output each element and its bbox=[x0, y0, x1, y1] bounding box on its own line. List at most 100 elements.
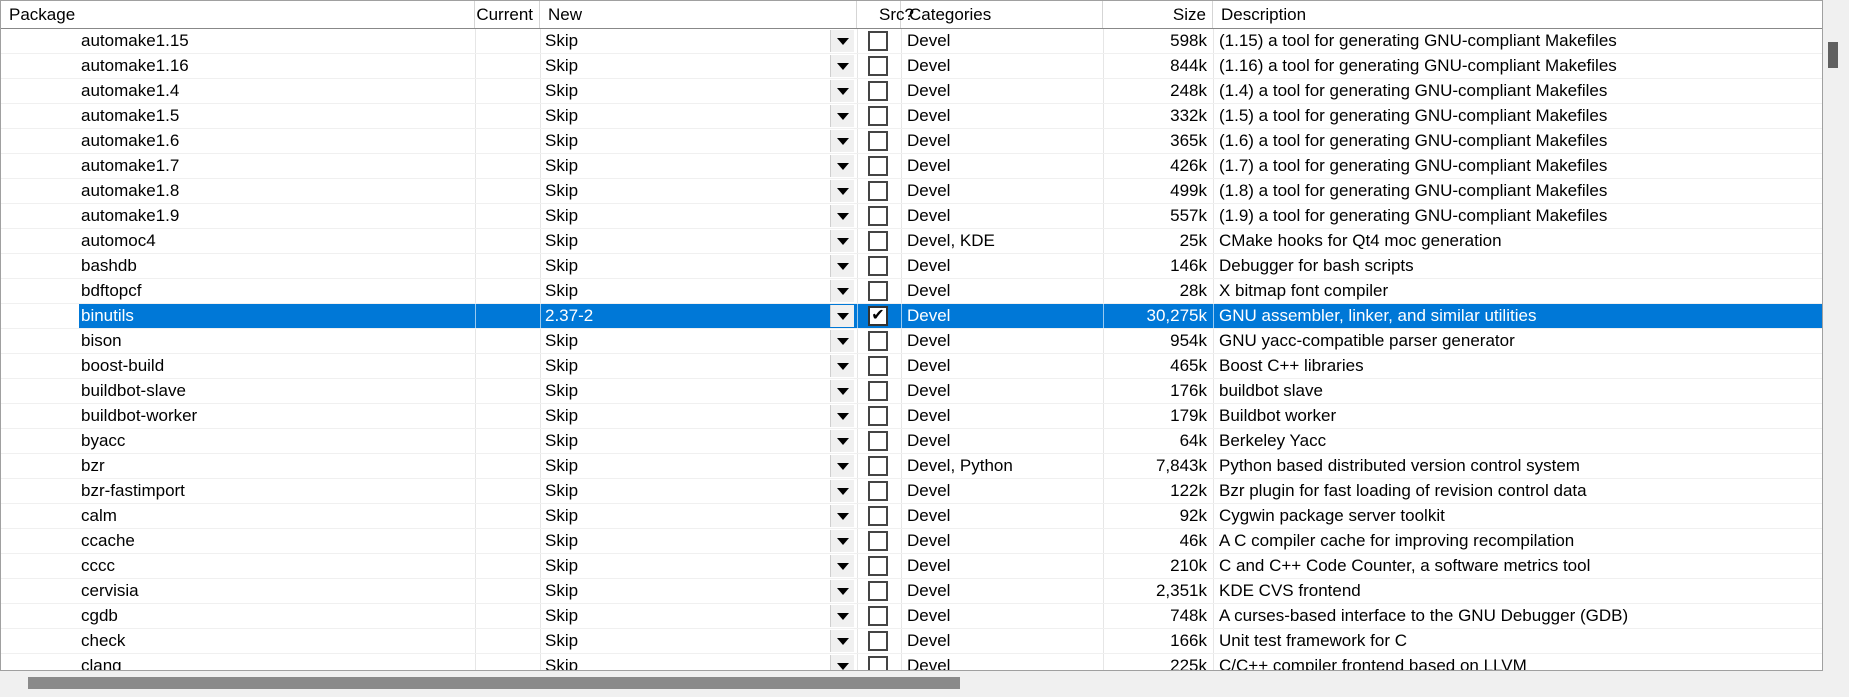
column-header-size[interactable]: Size bbox=[1103, 1, 1213, 28]
new-action-dropdown-button[interactable] bbox=[830, 405, 854, 427]
new-action-select[interactable]: Skip bbox=[545, 129, 825, 153]
new-action-dropdown-button[interactable] bbox=[830, 280, 854, 302]
src-checkbox[interactable] bbox=[868, 256, 888, 276]
src-checkbox[interactable] bbox=[868, 356, 888, 376]
new-action-dropdown-button[interactable] bbox=[830, 380, 854, 402]
new-action-select[interactable]: Skip bbox=[545, 54, 825, 78]
new-action-select[interactable]: Skip bbox=[545, 379, 825, 403]
src-checkbox[interactable]: ✔ bbox=[868, 306, 888, 326]
new-action-dropdown-button[interactable] bbox=[830, 430, 854, 452]
package-row[interactable]: automoc4 Skip Devel, KDE 25k CMake hooks for… bbox=[1, 229, 1822, 254]
new-action-select[interactable]: Skip bbox=[545, 554, 825, 578]
package-row[interactable]: buildbot-worker Skip Devel 179k Buildbot wor… bbox=[1, 404, 1822, 429]
new-action-dropdown-button[interactable] bbox=[830, 130, 854, 152]
new-action-select[interactable]: Skip bbox=[545, 529, 825, 553]
src-checkbox[interactable] bbox=[868, 656, 888, 670]
new-action-select[interactable]: Skip bbox=[545, 154, 825, 178]
new-action-dropdown-button[interactable] bbox=[830, 255, 854, 277]
new-action-select[interactable]: Skip bbox=[545, 29, 825, 53]
package-row[interactable]: cccc Skip Devel 210k C and C++ Code Counter,… bbox=[1, 554, 1822, 579]
package-row[interactable]: ccache Skip Devel 46k A C compiler cache for… bbox=[1, 529, 1822, 554]
new-action-dropdown-button[interactable] bbox=[830, 80, 854, 102]
new-action-dropdown-button[interactable] bbox=[830, 630, 854, 652]
new-action-dropdown-button[interactable] bbox=[830, 30, 854, 52]
src-checkbox[interactable] bbox=[868, 331, 888, 351]
new-action-select[interactable]: Skip bbox=[545, 229, 825, 253]
src-checkbox[interactable] bbox=[868, 206, 888, 226]
package-row[interactable]: automake1.4 Skip Devel 248k (1.4) a tool for… bbox=[1, 79, 1822, 104]
src-checkbox[interactable] bbox=[868, 156, 888, 176]
column-header-src[interactable]: Src? bbox=[857, 1, 914, 28]
src-checkbox[interactable] bbox=[868, 231, 888, 251]
new-action-select[interactable]: Skip bbox=[545, 79, 825, 103]
package-row[interactable]: bzr-fastimport Skip Devel 122k Bzr plugin fo… bbox=[1, 479, 1822, 504]
package-row[interactable]: cgdb Skip Devel 748k A curses-based interfac… bbox=[1, 604, 1822, 629]
new-action-dropdown-button[interactable] bbox=[830, 505, 854, 527]
new-action-select[interactable]: Skip bbox=[545, 479, 825, 503]
column-header-new[interactable]: New bbox=[540, 1, 857, 28]
src-checkbox[interactable] bbox=[868, 131, 888, 151]
package-row[interactable]: boost-build Skip Devel 465k Boost C++ librar… bbox=[1, 354, 1822, 379]
vertical-scrollbar[interactable] bbox=[1823, 0, 1849, 671]
src-checkbox[interactable] bbox=[868, 581, 888, 601]
column-header-current[interactable]: Current bbox=[475, 1, 540, 28]
new-action-select[interactable]: Skip bbox=[545, 404, 825, 428]
package-row[interactable]: binutils 2.37-2 ✔ Devel 30,275k GNU assembler… bbox=[1, 304, 1822, 329]
new-action-select[interactable]: Skip bbox=[545, 454, 825, 478]
package-row[interactable]: bzr Skip Devel, Python 7,843k Python based d… bbox=[1, 454, 1822, 479]
new-action-select[interactable]: Skip bbox=[545, 179, 825, 203]
package-row[interactable]: calm Skip Devel 92k Cygwin package server to… bbox=[1, 504, 1822, 529]
package-row[interactable]: automake1.9 Skip Devel 557k (1.9) a tool for… bbox=[1, 204, 1822, 229]
src-checkbox[interactable] bbox=[868, 506, 888, 526]
src-checkbox[interactable] bbox=[868, 456, 888, 476]
column-header-package[interactable]: Package bbox=[1, 1, 475, 28]
package-row[interactable]: automake1.6 Skip Devel 365k (1.6) a tool for… bbox=[1, 129, 1822, 154]
package-row[interactable]: check Skip Devel 166k Unit test framework fo… bbox=[1, 629, 1822, 654]
new-action-dropdown-button[interactable] bbox=[830, 230, 854, 252]
src-checkbox[interactable] bbox=[868, 106, 888, 126]
new-action-dropdown-button[interactable] bbox=[830, 55, 854, 77]
new-action-select[interactable]: Skip bbox=[545, 254, 825, 278]
src-checkbox[interactable] bbox=[868, 431, 888, 451]
package-row[interactable]: bison Skip Devel 954k GNU yacc-compatible pa… bbox=[1, 329, 1822, 354]
package-row[interactable]: cervisia Skip Devel 2,351k KDE CVS frontend bbox=[1, 579, 1822, 604]
new-action-select[interactable]: Skip bbox=[545, 104, 825, 128]
new-action-select[interactable]: Skip bbox=[545, 354, 825, 378]
new-action-dropdown-button[interactable] bbox=[830, 105, 854, 127]
vertical-scrollbar-thumb[interactable] bbox=[1828, 42, 1838, 68]
new-action-select[interactable]: Skip bbox=[545, 604, 825, 628]
src-checkbox[interactable] bbox=[868, 81, 888, 101]
src-checkbox[interactable] bbox=[868, 381, 888, 401]
src-checkbox[interactable] bbox=[868, 531, 888, 551]
src-checkbox[interactable] bbox=[868, 556, 888, 576]
new-action-dropdown-button[interactable] bbox=[830, 530, 854, 552]
src-checkbox[interactable] bbox=[868, 631, 888, 651]
new-action-dropdown-button[interactable] bbox=[830, 455, 854, 477]
package-row[interactable]: clang Skip Devel 225k C/C++ compiler fronten… bbox=[1, 654, 1822, 670]
new-action-select[interactable]: Skip bbox=[545, 279, 825, 303]
package-row[interactable]: automake1.7 Skip Devel 426k (1.7) a tool for… bbox=[1, 154, 1822, 179]
new-action-dropdown-button[interactable] bbox=[830, 305, 854, 327]
new-action-select[interactable]: Skip bbox=[545, 579, 825, 603]
package-row[interactable]: automake1.8 Skip Devel 499k (1.8) a tool for… bbox=[1, 179, 1822, 204]
new-action-select[interactable]: 2.37-2 bbox=[545, 304, 825, 328]
new-action-dropdown-button[interactable] bbox=[830, 180, 854, 202]
package-row[interactable]: automake1.15 Skip Devel 598k (1.15) a tool f… bbox=[1, 29, 1822, 54]
column-header-categories[interactable]: Categories bbox=[901, 1, 1103, 28]
package-row[interactable]: automake1.16 Skip Devel 844k (1.16) a tool f… bbox=[1, 54, 1822, 79]
new-action-select[interactable]: Skip bbox=[545, 654, 825, 670]
new-action-dropdown-button[interactable] bbox=[830, 205, 854, 227]
new-action-select[interactable]: Skip bbox=[545, 429, 825, 453]
new-action-dropdown-button[interactable] bbox=[830, 355, 854, 377]
src-checkbox[interactable] bbox=[868, 281, 888, 301]
package-row[interactable]: automake1.5 Skip Devel 332k (1.5) a tool for… bbox=[1, 104, 1822, 129]
src-checkbox[interactable] bbox=[868, 481, 888, 501]
new-action-dropdown-button[interactable] bbox=[830, 155, 854, 177]
horizontal-scrollbar-thumb[interactable] bbox=[28, 677, 960, 689]
new-action-dropdown-button[interactable] bbox=[830, 655, 854, 670]
package-row[interactable]: byacc Skip Devel 64k Berkeley Yacc bbox=[1, 429, 1822, 454]
new-action-dropdown-button[interactable] bbox=[830, 330, 854, 352]
src-checkbox[interactable] bbox=[868, 181, 888, 201]
column-header-description[interactable]: Description bbox=[1213, 1, 1822, 28]
new-action-select[interactable]: Skip bbox=[545, 629, 825, 653]
